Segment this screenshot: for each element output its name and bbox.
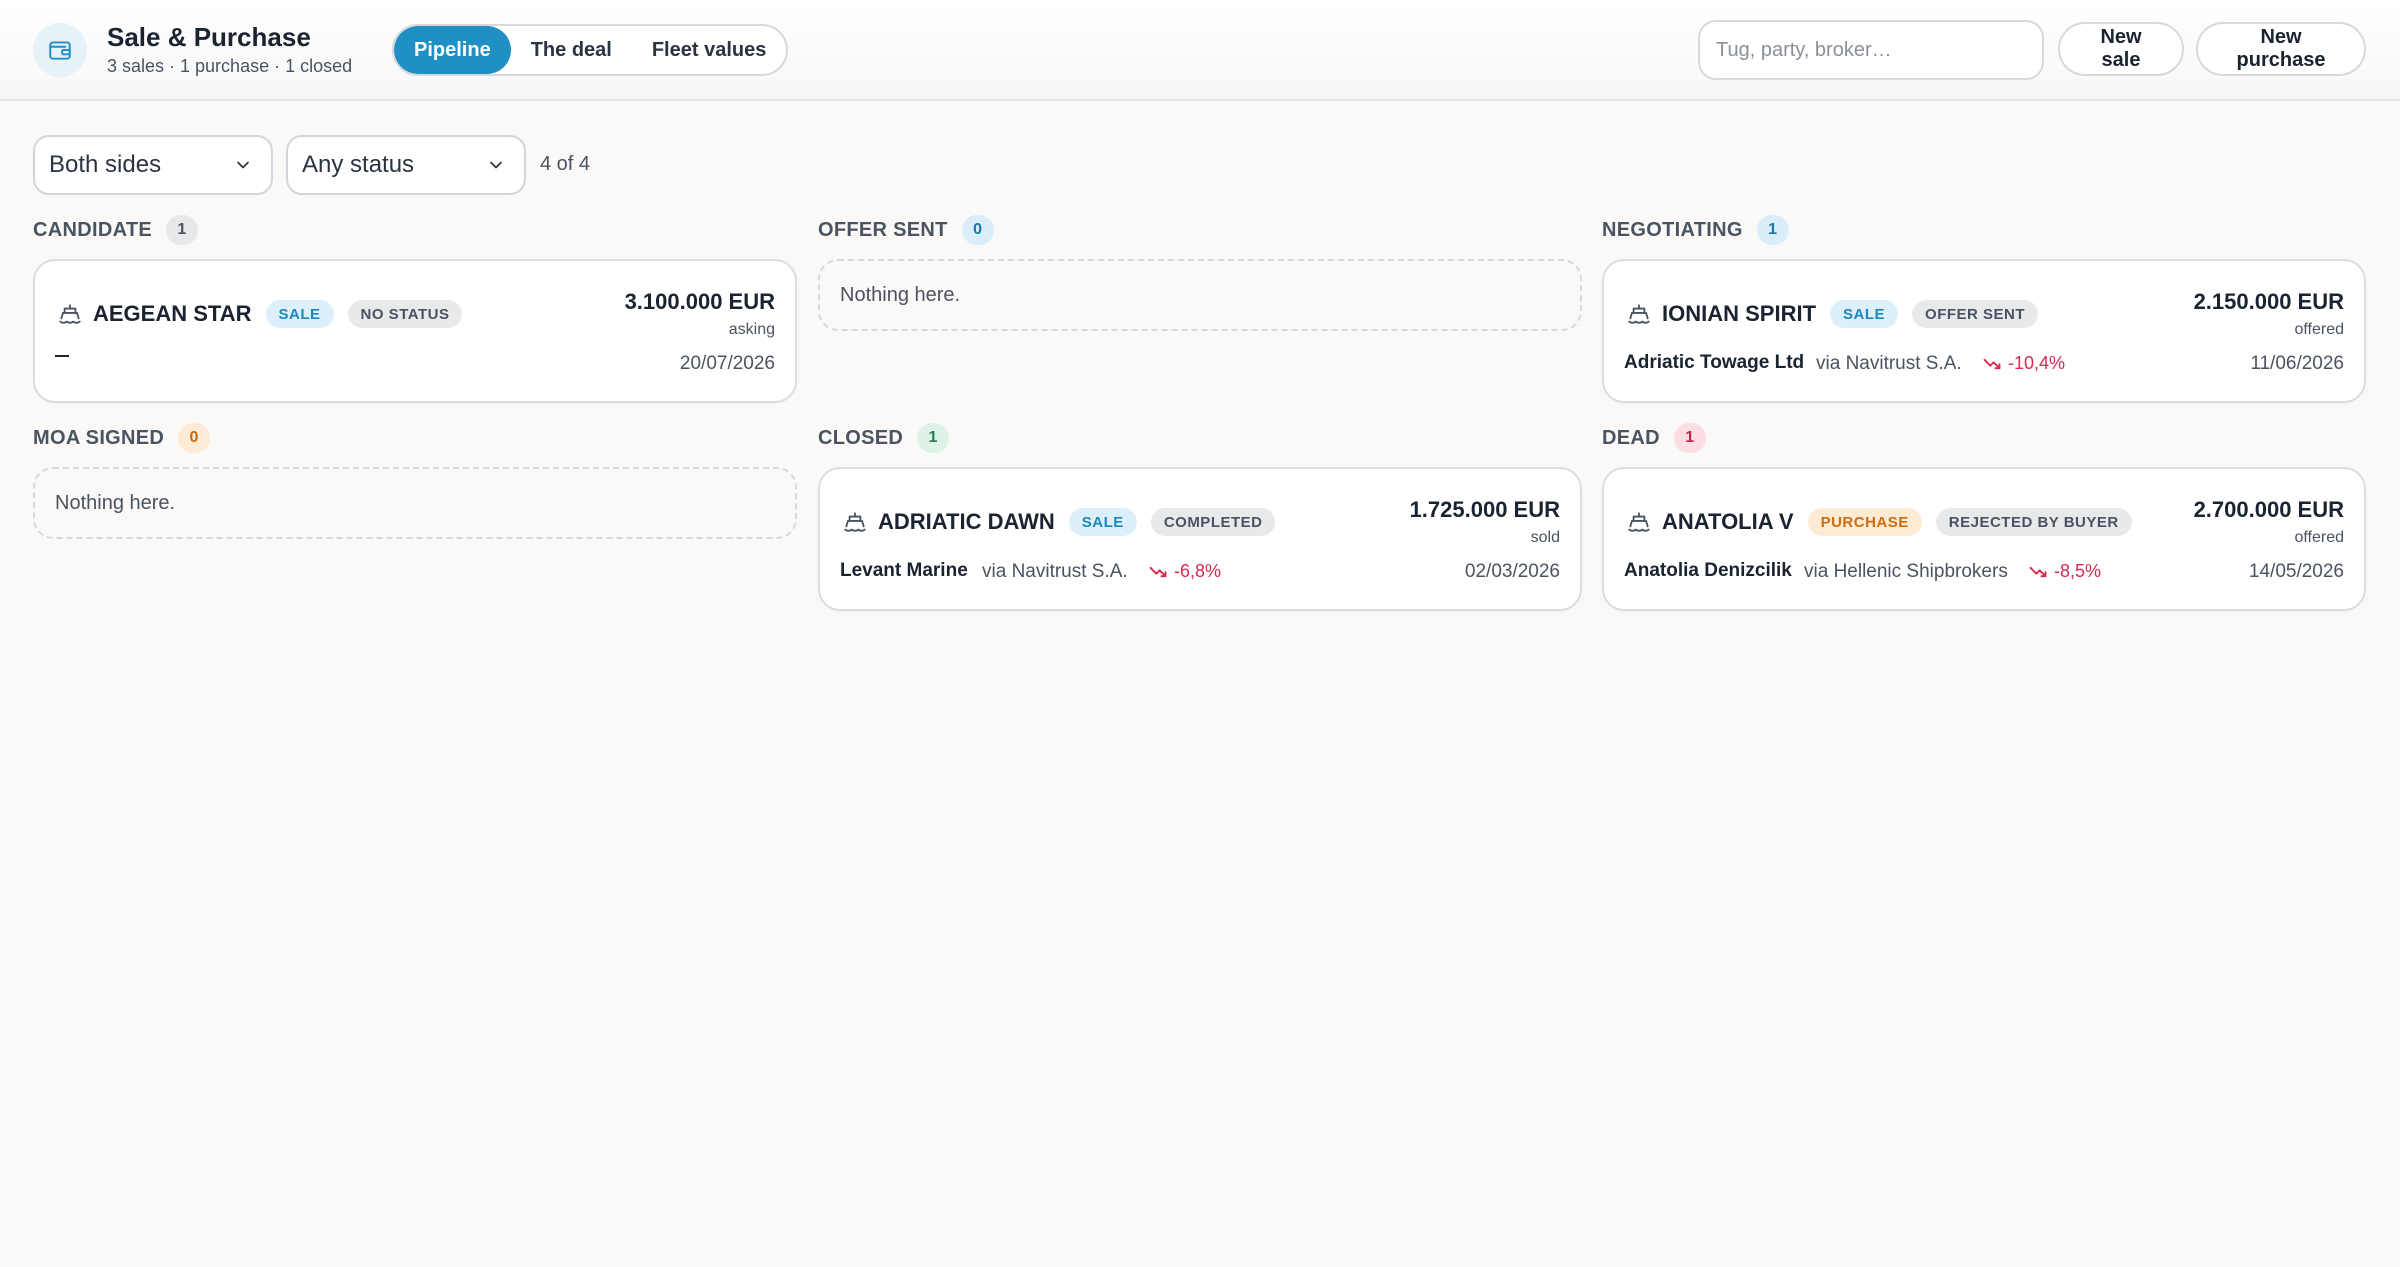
side-filter-select[interactable]: Both sides [33, 135, 273, 195]
status-filter-value: Any status [302, 151, 415, 178]
column-label: NEGOTIATING [1602, 218, 1743, 241]
trending-down-icon [2029, 566, 2047, 577]
counterparty-name: Levant Marine [840, 560, 968, 581]
empty-column-placeholder: Nothing here. [818, 259, 1582, 331]
status-badge: NO STATUS [347, 300, 463, 328]
price-delta: -6,8% [1148, 561, 1221, 582]
status-badge: OFFER SENT [1912, 300, 2039, 328]
trending-down-icon [1983, 358, 2001, 369]
vessel-name: ANATOLIA V PURCHASE REJECTED BY BUYER [1662, 508, 2132, 536]
column-label: OFFER SENT [818, 218, 948, 241]
deal-amount: 3.100.000 EUR [624, 289, 775, 314]
tab-pipeline[interactable]: Pipeline [394, 26, 511, 74]
column-label: CANDIDATE [33, 218, 152, 241]
vessel-name: ADRIATIC DAWN SALE COMPLETED [878, 508, 1276, 536]
vessel-name: IONIAN SPIRIT SALE OFFER SENT [1662, 300, 2039, 328]
column-count-badge: 0 [961, 215, 994, 245]
side-badge: SALE [1068, 508, 1137, 536]
column-count-badge: 0 [178, 423, 211, 453]
ship-icon [1628, 304, 1650, 324]
price-delta: -10,4% [1982, 353, 2065, 374]
column-count-badge: 1 [1756, 215, 1789, 245]
ship-icon [59, 304, 81, 324]
broker-name: via Navitrust S.A. [982, 561, 1128, 582]
status-badge: REJECTED BY BUYER [1935, 508, 2132, 536]
deal-card-ionian-spirit[interactable]: IONIAN SPIRIT SALE OFFER SENT 2.150.000 … [1602, 259, 2366, 403]
column-label: MOA SIGNED [33, 426, 165, 449]
view-tabs: Pipeline The deal Fleet values [392, 24, 789, 76]
column-header-candidate: CANDIDATE 1 [33, 215, 198, 245]
trending-down-icon [1149, 566, 1167, 577]
column-count-badge: 1 [917, 423, 950, 453]
amount-note: asking [728, 321, 775, 338]
column-header-closed: CLOSED 1 [818, 423, 950, 453]
deal-card-aegean-star[interactable]: AEGEAN STAR SALE NO STATUS 3.100.000 EUR… [33, 259, 797, 403]
broker-name: via Navitrust S.A. [1816, 353, 1962, 374]
deal-date: 14/05/2026 [2248, 561, 2344, 582]
page-title: Sale & Purchase [107, 22, 311, 52]
deal-amount: 1.725.000 EUR [1409, 497, 1560, 522]
chevron-down-icon [237, 161, 249, 169]
status-badge: COMPLETED [1150, 508, 1276, 536]
deal-date: 02/03/2026 [1464, 561, 1560, 582]
deal-amount: 2.150.000 EUR [2193, 289, 2344, 314]
column-label: DEAD [1602, 426, 1660, 449]
side-filter-value: Both sides [49, 151, 162, 178]
new-purchase-button[interactable]: New purchase [2196, 22, 2366, 76]
search-input[interactable] [1698, 20, 2044, 80]
ship-icon [844, 512, 866, 532]
chevron-down-icon [490, 161, 502, 169]
broker-name: via Hellenic Shipbrokers [1804, 561, 2008, 582]
column-count-badge: 1 [166, 215, 198, 245]
tab-the-deal[interactable]: The deal [511, 26, 632, 74]
ship-icon [1628, 512, 1650, 532]
status-filter-select[interactable]: Any status [286, 135, 526, 195]
price-delta: -8,5% [2028, 561, 2101, 582]
amount-note: offered [2294, 321, 2344, 338]
vessel-name: AEGEAN STAR SALE NO STATUS [93, 300, 463, 328]
deal-amount: 2.700.000 EUR [2193, 497, 2344, 522]
side-badge: SALE [265, 300, 334, 328]
empty-column-placeholder: Nothing here. [33, 467, 797, 539]
deal-date: 20/07/2026 [679, 353, 775, 374]
column-label: CLOSED [818, 426, 904, 449]
amount-note: offered [2294, 529, 2344, 546]
column-header-negotiating: NEGOTIATING 1 [1602, 215, 1789, 245]
app-header: Sale & Purchase 3 sales · 1 purchase · 1… [0, 0, 2400, 101]
column-count-badge: 1 [1673, 423, 1706, 453]
column-header-dead: DEAD 1 [1602, 423, 1706, 453]
amount-note: sold [1530, 529, 1560, 546]
deal-card-anatolia-v[interactable]: ANATOLIA V PURCHASE REJECTED BY BUYER 2.… [1602, 467, 2366, 611]
result-count: 4 of 4 [540, 153, 591, 175]
column-header-moa-signed: MOA SIGNED 0 [33, 423, 211, 453]
counterparty-name: Adriatic Towage Ltd [1624, 352, 1805, 373]
deal-date: 11/06/2026 [2250, 353, 2344, 374]
counterparty-name: Anatolia Denizcilik [1624, 560, 1792, 581]
side-badge: SALE [1830, 300, 1899, 328]
new-sale-button[interactable]: New sale [2058, 22, 2184, 76]
page-subtitle: 3 sales · 1 purchase · 1 closed [107, 56, 353, 76]
column-header-offer-sent: OFFER SENT 0 [818, 215, 994, 245]
tab-fleet-values[interactable]: Fleet values [632, 26, 787, 74]
side-badge: PURCHASE [1807, 508, 1922, 536]
wallet-icon [33, 23, 87, 77]
no-party-dash [55, 355, 69, 357]
deal-card-adriatic-dawn[interactable]: ADRIATIC DAWN SALE COMPLETED 1.725.000 E… [818, 467, 1582, 611]
